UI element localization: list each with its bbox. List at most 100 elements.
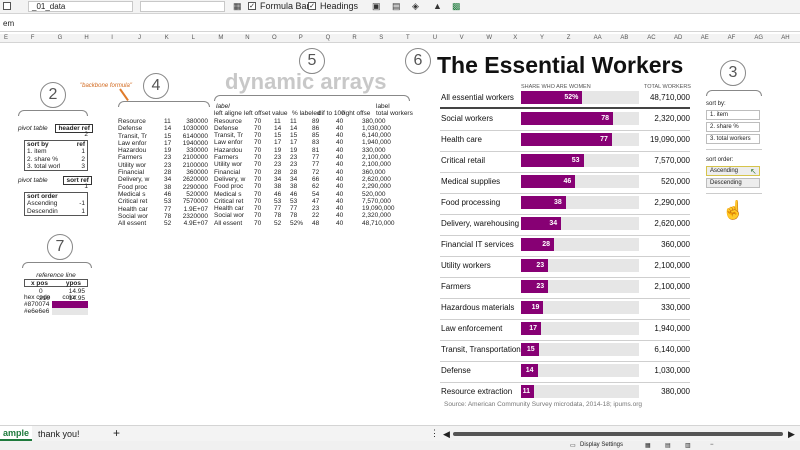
cell-value: 34 — [290, 175, 298, 183]
share-value: 34 — [164, 176, 172, 184]
sort-order-option-descending[interactable]: Descending — [706, 178, 760, 188]
column-header[interactable]: I — [111, 35, 113, 41]
checkbox[interactable] — [3, 2, 11, 10]
column-header[interactable]: E — [4, 35, 8, 41]
column-header[interactable]: AC — [647, 35, 655, 41]
name-box[interactable]: _01_data — [28, 1, 133, 12]
horizontal-scrollbar[interactable] — [453, 432, 783, 436]
cell-value: 40 — [336, 190, 344, 198]
bar: 17 — [521, 322, 542, 335]
cell-value: 70 — [254, 219, 262, 227]
column-header[interactable]: U — [433, 35, 437, 41]
column-header[interactable]: V — [460, 35, 464, 41]
item-label: All essent — [118, 220, 147, 228]
cell-value: 11 — [274, 117, 281, 125]
grid-icon[interactable]: ▦ — [233, 1, 242, 12]
cell-value: 23 — [312, 205, 320, 213]
column-header[interactable]: AB — [620, 35, 628, 41]
format-icon[interactable]: ▤ — [392, 1, 401, 12]
column-header[interactable]: R — [352, 35, 356, 41]
column-header[interactable]: AE — [701, 35, 709, 41]
sort-by-option-2[interactable]: 2. share % — [706, 122, 760, 132]
cell-value: 40 — [336, 212, 344, 220]
cell-value: 47 — [312, 197, 320, 205]
column-header[interactable]: K — [165, 35, 169, 41]
scroll-right-icon[interactable]: ▶ — [788, 429, 795, 440]
normal-view-icon[interactable]: ▦ — [645, 442, 651, 449]
column-header[interactable]: S — [379, 35, 383, 41]
brace — [18, 110, 88, 116]
sort-by-option-1[interactable]: 1. item — [706, 110, 760, 120]
column-header[interactable]: J — [138, 35, 141, 41]
formula-bar[interactable]: em — [0, 16, 800, 32]
cell-value: 70 — [254, 132, 262, 140]
freeze-panes-icon[interactable]: ▣ — [372, 1, 381, 12]
row-divider — [440, 319, 690, 320]
header-divider — [440, 107, 690, 109]
sort-by-option-3[interactable]: 3. total workers — [706, 134, 760, 144]
headings-checkbox[interactable]: ✓ — [308, 2, 316, 10]
share-value: 11 — [164, 118, 171, 125]
column-header[interactable]: P — [299, 35, 303, 41]
cell-value: Law enfor — [214, 139, 243, 147]
scroll-left-icon[interactable]: ◀ — [443, 429, 450, 440]
tab-thank-you[interactable]: thank you! — [38, 429, 80, 439]
category-label: Financial IT services — [441, 240, 514, 249]
column-header[interactable]: T — [406, 35, 410, 41]
column-header[interactable]: H — [84, 35, 88, 41]
add-sheet-button[interactable]: + — [113, 426, 120, 440]
column-header[interactable]: W — [486, 35, 492, 41]
row-divider — [440, 193, 690, 194]
column-header[interactable]: L — [192, 35, 195, 41]
data-row: Resource 11 380000 — [118, 118, 208, 125]
cell-value: All essent — [214, 219, 243, 227]
cell-value: 22 — [312, 212, 320, 220]
column-header[interactable]: O — [272, 35, 277, 41]
total-workers-value: 2,100,000 — [654, 282, 690, 291]
page-break-icon[interactable]: ▥ — [685, 442, 691, 449]
page-layout-icon[interactable]: ▤ — [665, 442, 671, 449]
item-label: Utility wor — [118, 161, 147, 169]
total-value: 380000 — [186, 118, 208, 125]
data-row: Financial 28 360000 — [118, 169, 208, 176]
cell-value: 520,000 — [362, 190, 386, 198]
sort-by-item: 3. total worl — [27, 162, 61, 170]
zoom-out-icon[interactable]: − — [710, 442, 714, 448]
column-header[interactable]: Q — [326, 35, 331, 41]
style-dropdown[interactable] — [140, 1, 225, 12]
column-header[interactable]: AG — [754, 35, 763, 41]
display-settings-icon[interactable]: ▭ — [570, 442, 576, 449]
column-header[interactable]: F — [31, 35, 35, 41]
column-header[interactable]: G — [58, 35, 63, 41]
sort-by-ref: 2 — [81, 155, 85, 163]
total-value: 2100000 — [182, 154, 208, 162]
hex-row: #e6e6e6 — [24, 308, 88, 316]
hex-row: #870074 — [24, 301, 88, 309]
category-label: Transit, Transportation — [441, 345, 521, 354]
clear-icon[interactable]: ▲ — [433, 1, 442, 11]
column-header[interactable]: Z — [567, 35, 571, 41]
column-header[interactable]: AD — [674, 35, 682, 41]
display-settings-label[interactable]: Display Settings — [580, 442, 623, 448]
column-header[interactable]: N — [245, 35, 249, 41]
share-value: 23 — [164, 161, 172, 169]
fill-color-icon[interactable]: ◈ — [412, 1, 419, 12]
data-row: Critical ret 70 53 53 47 40 7,570,000 — [214, 198, 410, 205]
cell-value: 15 — [290, 132, 298, 140]
cell-value: 19 — [274, 146, 282, 154]
category-label: Critical retail — [441, 156, 486, 165]
cell-value: 77 — [274, 205, 282, 213]
cell-value: 70 — [254, 124, 262, 132]
excel-icon[interactable]: ▩ — [452, 1, 461, 12]
column-header[interactable]: Y — [540, 35, 544, 41]
more-icon[interactable]: ⋮ — [430, 428, 439, 439]
column-header[interactable]: M — [218, 35, 223, 41]
tab-active-sheet[interactable]: ample — [0, 426, 33, 441]
column-header-label: dif to 100 — [318, 110, 345, 118]
column-header[interactable]: X — [513, 35, 517, 41]
item-label: Financial — [118, 169, 145, 177]
formula-bar-checkbox[interactable]: ✓ — [248, 2, 256, 10]
column-header[interactable]: AF — [728, 35, 736, 41]
column-header[interactable]: AA — [594, 35, 602, 41]
column-header[interactable]: AH — [781, 35, 789, 41]
